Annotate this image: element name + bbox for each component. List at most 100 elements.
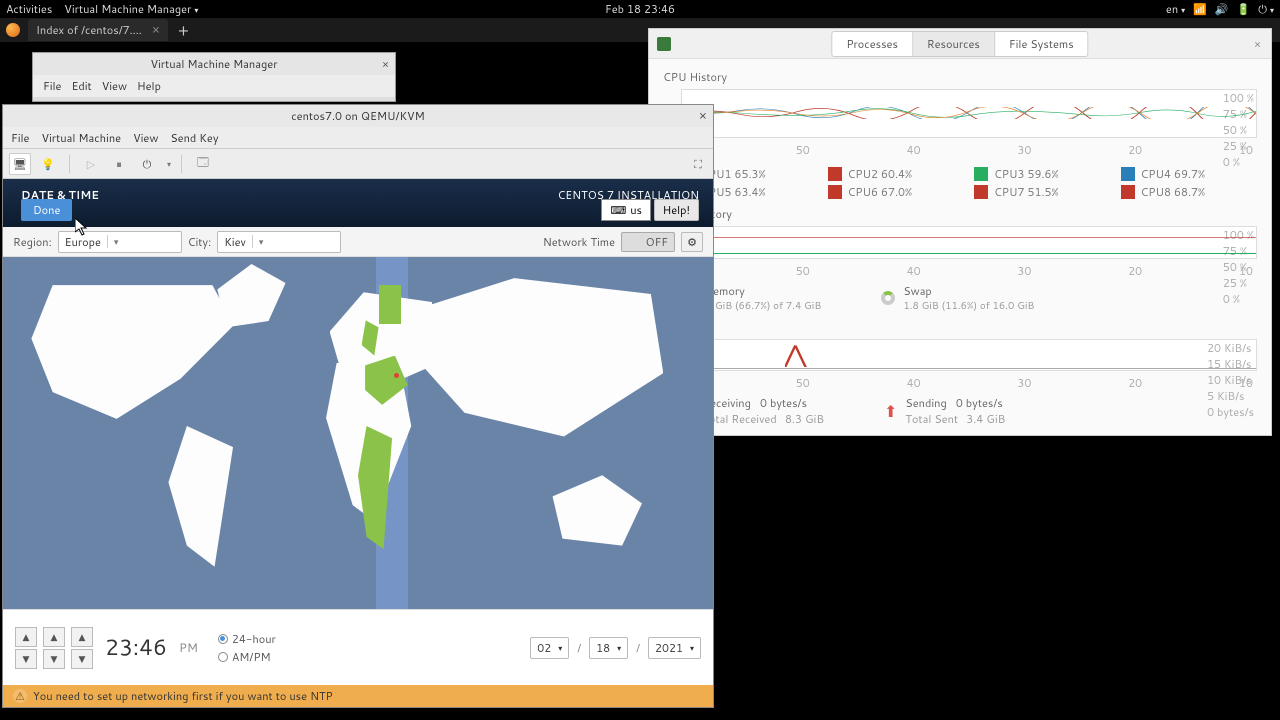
x-axis: 605040302010 [681, 375, 1257, 391]
close-icon[interactable]: × [1254, 36, 1261, 52]
year-select[interactable]: 2021▾ [648, 637, 701, 659]
ampm-up-button[interactable]: ▲ [71, 627, 93, 647]
run-button[interactable]: ▷ [80, 153, 102, 175]
help-button[interactable]: Help! [654, 199, 699, 221]
tab-title: Index of /centos/7.9.2009 [36, 22, 146, 38]
chevron-down-icon: ▾ [1181, 4, 1185, 16]
fullscreen-icon[interactable]: ⛶ [689, 155, 707, 173]
cpu-legend-item: CPU2 60.4% [828, 166, 965, 182]
city-value: Kiev [224, 234, 246, 250]
toggle-state: OFF [646, 234, 668, 250]
timezone-map[interactable] [3, 257, 713, 609]
menu-file[interactable]: File [43, 78, 61, 94]
net-sending: ⬆ Sending 0 bytes/s Total Sent 3.4 GiB [884, 395, 1005, 427]
network-chart: 20 KiB/s15 KiB/s10 KiB/s5 KiB/s0 bytes/s [681, 339, 1257, 371]
day-select[interactable]: 18▾ [589, 637, 628, 659]
network-history-title: ry [663, 319, 1257, 335]
radio-ampm[interactable]: AM/PM [218, 649, 276, 665]
keyboard-layout-button[interactable]: ⌨ us [601, 199, 651, 221]
menu-virtual-machine[interactable]: Virtual Machine [41, 130, 121, 146]
menu-send-key[interactable]: Send Key [170, 130, 218, 146]
clock[interactable]: Feb 18 23:46 [605, 1, 675, 17]
chevron-down-icon[interactable]: ▾ [167, 158, 171, 170]
chevron-down-icon: ▾ [107, 235, 119, 248]
close-icon[interactable]: × [382, 56, 389, 72]
vmm-window: Virtual Machine Manager × File Edit View… [32, 52, 396, 102]
gear-icon: ⚙ [687, 234, 697, 250]
warning-bar: ⚠ You need to set up networking first if… [3, 685, 713, 707]
cpu-legend-item: CPU3 59.6% [974, 166, 1111, 182]
tab-filesystems[interactable]: File Systems [995, 32, 1088, 56]
snapshot-button[interactable]: 🗔 [192, 153, 214, 175]
ampm-display: PM [179, 639, 198, 656]
cpu-legend-item: CPU7 51.5% [974, 184, 1111, 200]
minute-down-button[interactable]: ▼ [43, 649, 65, 669]
sysmon-titlebar[interactable]: Processes Resources File Systems × [649, 29, 1271, 59]
menu-view[interactable]: View [102, 78, 127, 94]
chevron-down-icon: ▾ [617, 642, 621, 654]
keyboard-icon: ⌨ [610, 202, 626, 218]
location-pin-icon [394, 373, 399, 378]
hour-up-button[interactable]: ▲ [15, 627, 37, 647]
radio-24hour[interactable]: 24-hour [218, 631, 276, 647]
cpu-legend: CPU1 65.3%CPU2 60.4%CPU3 59.6%CPU4 69.7%… [681, 166, 1257, 200]
browser-tab[interactable]: Index of /centos/7.9.2009 × [28, 19, 168, 41]
new-tab-button[interactable]: + [178, 19, 189, 42]
network-icon[interactable]: 📶 [1193, 1, 1207, 17]
radio-icon [218, 652, 228, 662]
done-button[interactable]: Done [21, 199, 72, 221]
pause-button[interactable]: ⏸ [108, 153, 130, 175]
swap-history-title: Swap History [663, 206, 1257, 222]
vm-toolbar: 🖥 💡 ▷ ⏸ ⏻ ▾ 🗔 ⛶ [3, 149, 713, 179]
vmm-titlebar[interactable]: Virtual Machine Manager × [33, 53, 395, 75]
power-icon[interactable]: ⏻▾ [1258, 1, 1274, 17]
system-monitor-window: Processes Resources File Systems × CPU H… [648, 28, 1272, 436]
city-label: City: [188, 234, 212, 250]
ntp-settings-button[interactable]: ⚙ [681, 232, 703, 252]
vm-console-window: centos7.0 on QEMU/KVM × File Virtual Mac… [2, 104, 714, 708]
vm-titlebar[interactable]: centos7.0 on QEMU/KVM × [3, 105, 713, 127]
ampm-down-button[interactable]: ▼ [71, 649, 93, 669]
vm-menubar: File Virtual Machine View Send Key [3, 127, 713, 149]
pie-icon [881, 291, 895, 305]
volume-icon[interactable]: 🔊 [1215, 1, 1229, 17]
upload-icon: ⬆ [884, 400, 897, 423]
close-icon[interactable]: × [152, 21, 160, 39]
app-menu[interactable]: Virtual Machine Manager▾ [64, 1, 198, 17]
radio-icon [218, 634, 228, 644]
menu-help[interactable]: Help [137, 78, 161, 94]
swap-usage: Swap1.8 GiB (11.6%) of 16.0 GiB [881, 283, 1034, 313]
network-time-toggle[interactable]: OFF [621, 232, 675, 252]
warning-icon: ⚠ [13, 689, 27, 703]
console-view-button[interactable]: 🖥 [9, 153, 31, 175]
hour-down-button[interactable]: ▼ [15, 649, 37, 669]
details-view-button[interactable]: 💡 [37, 153, 59, 175]
region-select[interactable]: Europe ▾ [58, 231, 182, 253]
region-label: Region: [13, 234, 52, 250]
datetime-controls: Region: Europe ▾ City: Kiev ▾ Network Ti… [3, 227, 713, 257]
close-icon[interactable]: × [699, 107, 707, 125]
sysmon-tabs: Processes Resources File Systems [831, 31, 1088, 57]
tab-resources[interactable]: Resources [913, 32, 995, 56]
battery-icon[interactable]: 🔋 [1237, 1, 1251, 17]
input-lang[interactable]: en▾ [1166, 1, 1185, 17]
gnome-top-bar: Activities Virtual Machine Manager▾ Feb … [0, 0, 1280, 18]
tab-processes[interactable]: Processes [832, 32, 913, 56]
window-title: centos7.0 on QEMU/KVM [291, 108, 424, 124]
window-title: Virtual Machine Manager [150, 56, 277, 72]
x-axis: 605040302010 [681, 263, 1257, 279]
sysmon-icon [657, 37, 671, 51]
city-select[interactable]: Kiev ▾ [217, 231, 341, 253]
minute-up-button[interactable]: ▲ [43, 627, 65, 647]
menu-file[interactable]: File [11, 130, 29, 146]
activities-button[interactable]: Activities [6, 1, 52, 17]
cpu-chart: 100 %75 %50 %25 %0 % [681, 89, 1257, 138]
shutdown-button[interactable]: ⏻ [136, 153, 158, 175]
time-display: 23:46 [105, 632, 167, 663]
anaconda-header: DATE & TIME Done CENTOS 7 INSTALLATION ⌨… [3, 179, 713, 227]
x-axis: 605040302010 [681, 142, 1257, 158]
month-select[interactable]: 02▾ [530, 637, 569, 659]
menu-view[interactable]: View [133, 130, 158, 146]
chevron-down-icon: ▾ [690, 642, 694, 654]
menu-edit[interactable]: Edit [71, 78, 91, 94]
